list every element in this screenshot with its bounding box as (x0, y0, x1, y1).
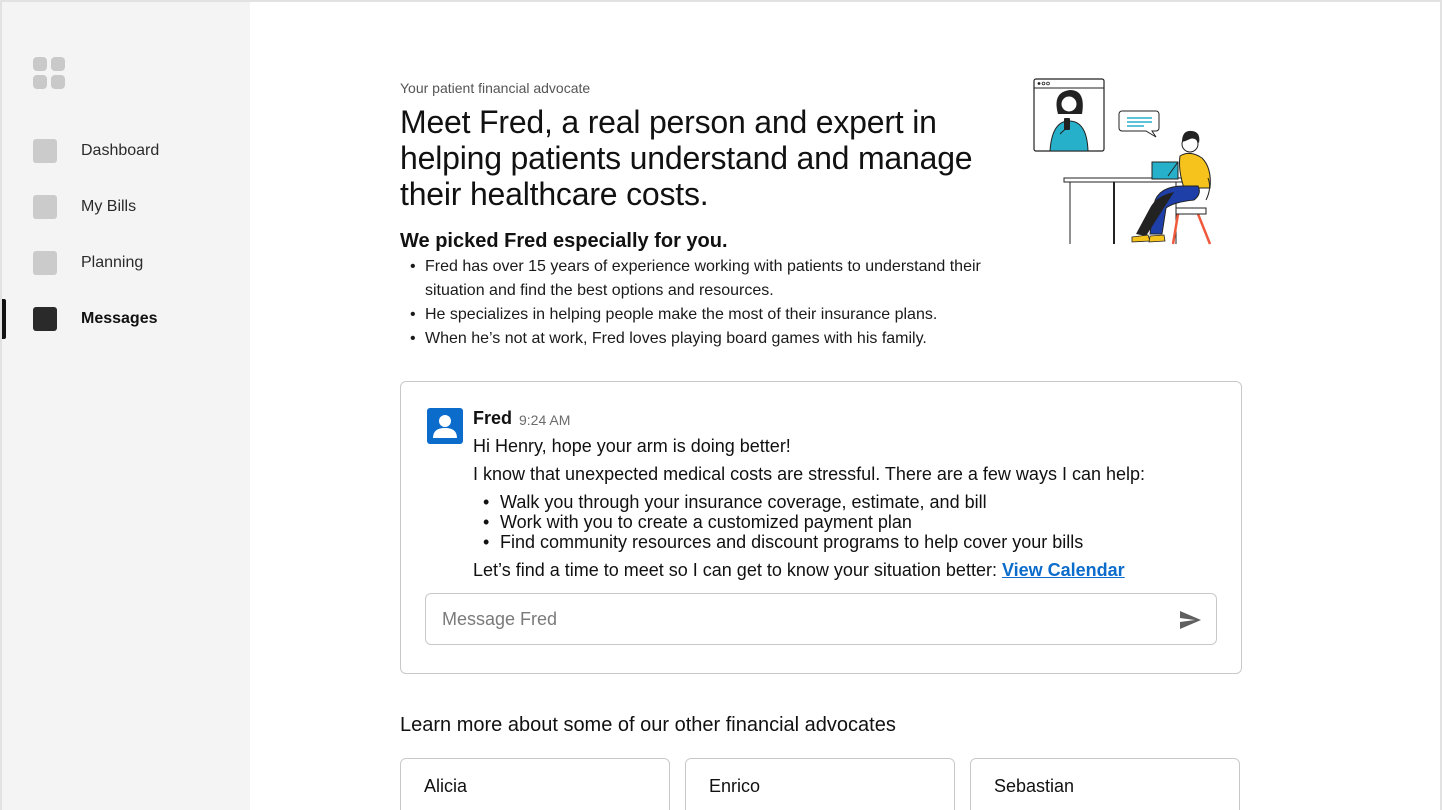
messages-icon (33, 307, 57, 331)
sidebar-item-my-bills[interactable]: My Bills (2, 187, 250, 227)
sidebar-item-dashboard[interactable]: Dashboard (2, 131, 250, 171)
advocate-card-enrico[interactable]: Enrico (685, 758, 955, 810)
sidebar-item-label: My Bills (81, 198, 137, 215)
other-advocates-heading: Learn more about some of our other finan… (400, 714, 896, 736)
sidebar-item-label: Dashboard (81, 142, 160, 159)
sidebar: Dashboard My Bills Planning Messages (2, 2, 250, 810)
sidebar-item-label: Planning (81, 254, 144, 271)
list-item: Find community resources and discount pr… (481, 532, 1083, 552)
user-icon (433, 415, 457, 438)
message-author: Fred (473, 408, 513, 428)
message-timestamp: 9:24 AM (519, 412, 571, 428)
sidebar-item-messages[interactable]: Messages (2, 299, 250, 339)
avatar (427, 408, 463, 444)
sidebar-item-planning[interactable]: Planning (2, 243, 250, 283)
message-thread-card: Fred 9:24 AM Hi Henry, hope your arm is … (400, 381, 1242, 674)
advocate-card-alicia[interactable]: Alicia (400, 758, 670, 810)
help-options-list: Walk you through your insurance coverage… (481, 492, 1083, 552)
message-composer (425, 593, 1217, 645)
sidebar-item-label: Messages (81, 310, 158, 327)
advocate-facts-list: Fred has over 15 years of experience wor… (408, 255, 988, 351)
advocate-card-sebastian[interactable]: Sebastian (970, 758, 1240, 810)
message-cta: Let’s find a time to meet so I can get t… (473, 560, 1125, 581)
advocate-video-call-illustration (1033, 78, 1212, 245)
list-item: When he’s not at work, Fred loves playin… (408, 327, 988, 351)
app-grid-logo-icon[interactable] (33, 57, 67, 91)
dashboard-icon (33, 139, 57, 163)
message-greeting: Hi Henry, hope your arm is doing better! (473, 436, 791, 456)
page-eyebrow: Your patient financial advocate (400, 80, 591, 96)
message-input[interactable] (427, 595, 1167, 643)
cta-text: Let’s find a time to meet so I can get t… (473, 560, 1002, 580)
list-item: Fred has over 15 years of experience wor… (408, 255, 988, 303)
bills-icon (33, 195, 57, 219)
planning-icon (33, 251, 57, 275)
message-intro: I know that unexpected medical costs are… (473, 464, 1146, 484)
advocate-name: Sebastian (994, 776, 1075, 796)
view-calendar-link[interactable]: View Calendar (1002, 560, 1125, 580)
list-item: Walk you through your insurance coverage… (481, 492, 1083, 512)
list-item: Work with you to create a customized pay… (481, 512, 1083, 532)
app-window: Dashboard My Bills Planning Messages You… (0, 0, 1442, 810)
send-icon[interactable] (1178, 608, 1202, 632)
advocate-name: Alicia (424, 776, 468, 796)
page-title: Meet Fred, a real person and expert in h… (400, 104, 973, 212)
list-item: He specializes in helping people make th… (408, 303, 988, 327)
section-subheading: We picked Fred especially for you. (400, 230, 728, 252)
advocate-name: Enrico (709, 776, 761, 796)
